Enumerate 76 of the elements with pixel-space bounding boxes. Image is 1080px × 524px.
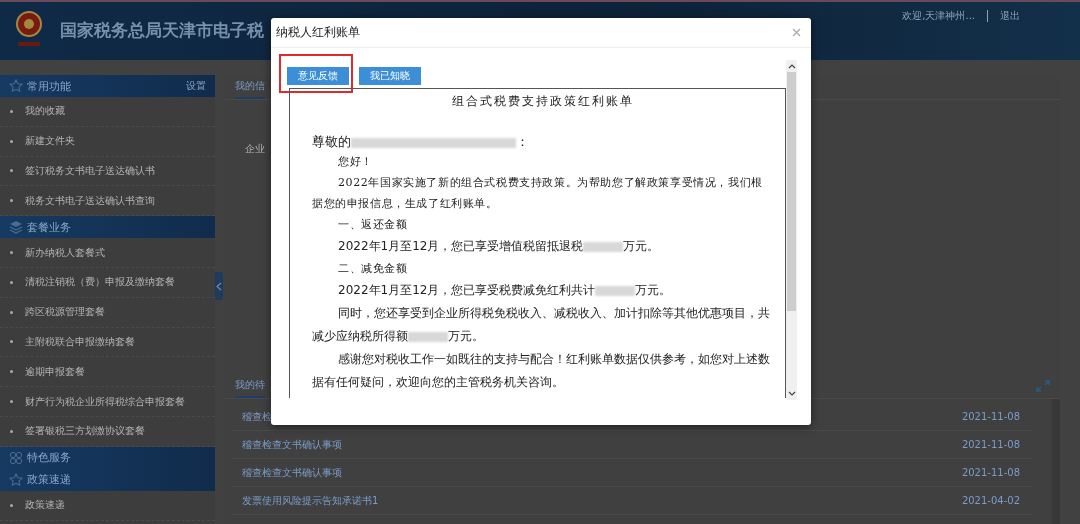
chevron-left-icon — [216, 281, 222, 291]
scroll-up-icon — [787, 63, 796, 69]
todo-link[interactable]: 稽查检 — [242, 409, 272, 424]
close-icon — [792, 28, 801, 37]
sidebar-link[interactable]: 税务文书电子送达确认书查询 — [25, 193, 155, 208]
redaction-blur — [583, 241, 624, 252]
document-paragraph: 2022年国家实施了新的组合式税费支持政策。为帮助您了解政策享受情况，我们根据您的申报信息，生成了红利账单。 — [312, 175, 764, 212]
sidebar-link[interactable]: 签订税务文书电子送达确认书 — [25, 164, 155, 178]
bullet-icon — [10, 340, 13, 344]
section-title: 常用功能 — [27, 78, 71, 94]
section-header[interactable]: 特色服务 — [0, 446, 215, 469]
bullet-icon — [10, 310, 13, 314]
document-paragraph: 感谢您对税收工作一如既往的支持与配合！红利账单数据仅供参考，如您对上述数据有任何疑问，欢迎向您的主管税务机关咨询。 — [312, 351, 771, 391]
date-text: 2021-11-08 — [961, 411, 1020, 422]
field-label: 企业 — [245, 142, 265, 156]
bullet-icon — [10, 109, 13, 113]
section-header[interactable]: 套餐业务 — [0, 216, 215, 239]
dialog-button[interactable]: 我已知晓 — [359, 67, 421, 85]
scrollbar[interactable] — [786, 60, 797, 400]
sidebar-link[interactable]: 政策速递 — [25, 498, 65, 513]
date-text: 2021-11-08 — [961, 467, 1020, 478]
sidebar-link[interactable]: 财产行为税企业所得税综合申报套餐 — [25, 394, 185, 409]
section-title: 政策速递 — [27, 472, 71, 488]
section-header[interactable]: 政策速递 — [0, 468, 215, 491]
collapse-button[interactable] — [215, 272, 223, 300]
panel-tab[interactable]: 我的待 — [235, 374, 265, 398]
star-icon — [9, 472, 23, 487]
sidebar-link[interactable]: 新办纳税人套餐式 — [25, 245, 105, 260]
document-paragraph: 二、减免金额 — [337, 261, 409, 277]
scrollbar-thumb[interactable] — [787, 72, 796, 311]
bullet-icon — [10, 199, 13, 203]
todo-link[interactable]: 稽查检查文书确认事项 — [242, 465, 342, 480]
todo-link[interactable]: 稽查检查文书确认事项 — [242, 437, 342, 452]
salutation-text: 尊敬的 ： — [312, 133, 530, 151]
bullet-icon — [10, 429, 13, 433]
date-text: 2021-04-02 — [961, 495, 1020, 506]
sidebar-link[interactable]: 跨区税源管理套餐 — [25, 305, 105, 320]
bullet-icon — [10, 251, 13, 255]
bullet-icon — [10, 280, 13, 284]
document-paragraph: 2022年1月至12月，您已享受增值税留抵退税 万元。 — [337, 238, 661, 255]
document-paragraph: 一、返还金额 — [337, 217, 409, 233]
logout-link[interactable]: 退出 — [1000, 9, 1020, 23]
welcome-text: 欢迎,天津神州... — [902, 9, 975, 23]
sidebar-link[interactable]: 我的收藏 — [25, 104, 65, 119]
document-heading: 组合式税费支持政策红利账单 — [450, 93, 635, 109]
sidebar-link[interactable]: 逾期申报套餐 — [25, 364, 85, 379]
document-paragraph: 2022年1月至12月，您已享受税费减免红利共计 万元。 — [337, 282, 673, 299]
section-title: 套餐业务 — [27, 219, 71, 235]
date-text: 2021-11-08 — [961, 439, 1020, 450]
dialog-title: 纳税人红利账单 — [276, 25, 360, 40]
settings-link[interactable]: 设置 — [186, 79, 206, 93]
bullet-icon — [10, 400, 13, 404]
bullet-icon — [10, 139, 13, 143]
section-title: 特色服务 — [27, 450, 71, 466]
bullet-icon — [10, 370, 13, 374]
document-paragraph: 您好！ — [337, 154, 374, 170]
star-icon — [9, 79, 23, 93]
sidebar-link[interactable]: 主附税联合申报缴纳套餐 — [25, 334, 135, 349]
todo-link[interactable]: 发票使用风险提示告知承诺书1 — [242, 493, 379, 508]
redaction-blur — [595, 285, 636, 296]
dialog-button[interactable]: 意见反馈 — [287, 67, 349, 85]
document-paragraph: 同时，您还享受到企业所得税免税收入、减税收入、加计扣除等其他优惠项目，共减少应纳税所得额 万元。 — [312, 305, 771, 345]
close-button[interactable] — [790, 26, 803, 39]
panel-tab[interactable]: 我的信 — [235, 75, 265, 99]
redaction-blur — [408, 331, 448, 342]
site-title: 国家税务总局天津市电子税 — [60, 20, 264, 42]
bullet-icon — [10, 169, 13, 173]
layers-icon — [9, 220, 23, 235]
sidebar-link[interactable]: 新建文件夹 — [25, 134, 75, 149]
sidebar-link[interactable]: 清税注销税（费）申报及缴纳套餐 — [25, 275, 175, 290]
sidebar-link[interactable]: 签署银税三方划缴协议套餐 — [25, 424, 145, 439]
section-header[interactable]: 常用功能 设置 — [0, 75, 215, 97]
expand-icon — [1036, 380, 1050, 392]
grid-icon — [9, 450, 23, 465]
scroll-down-icon — [787, 391, 796, 397]
bullet-icon — [10, 503, 13, 507]
